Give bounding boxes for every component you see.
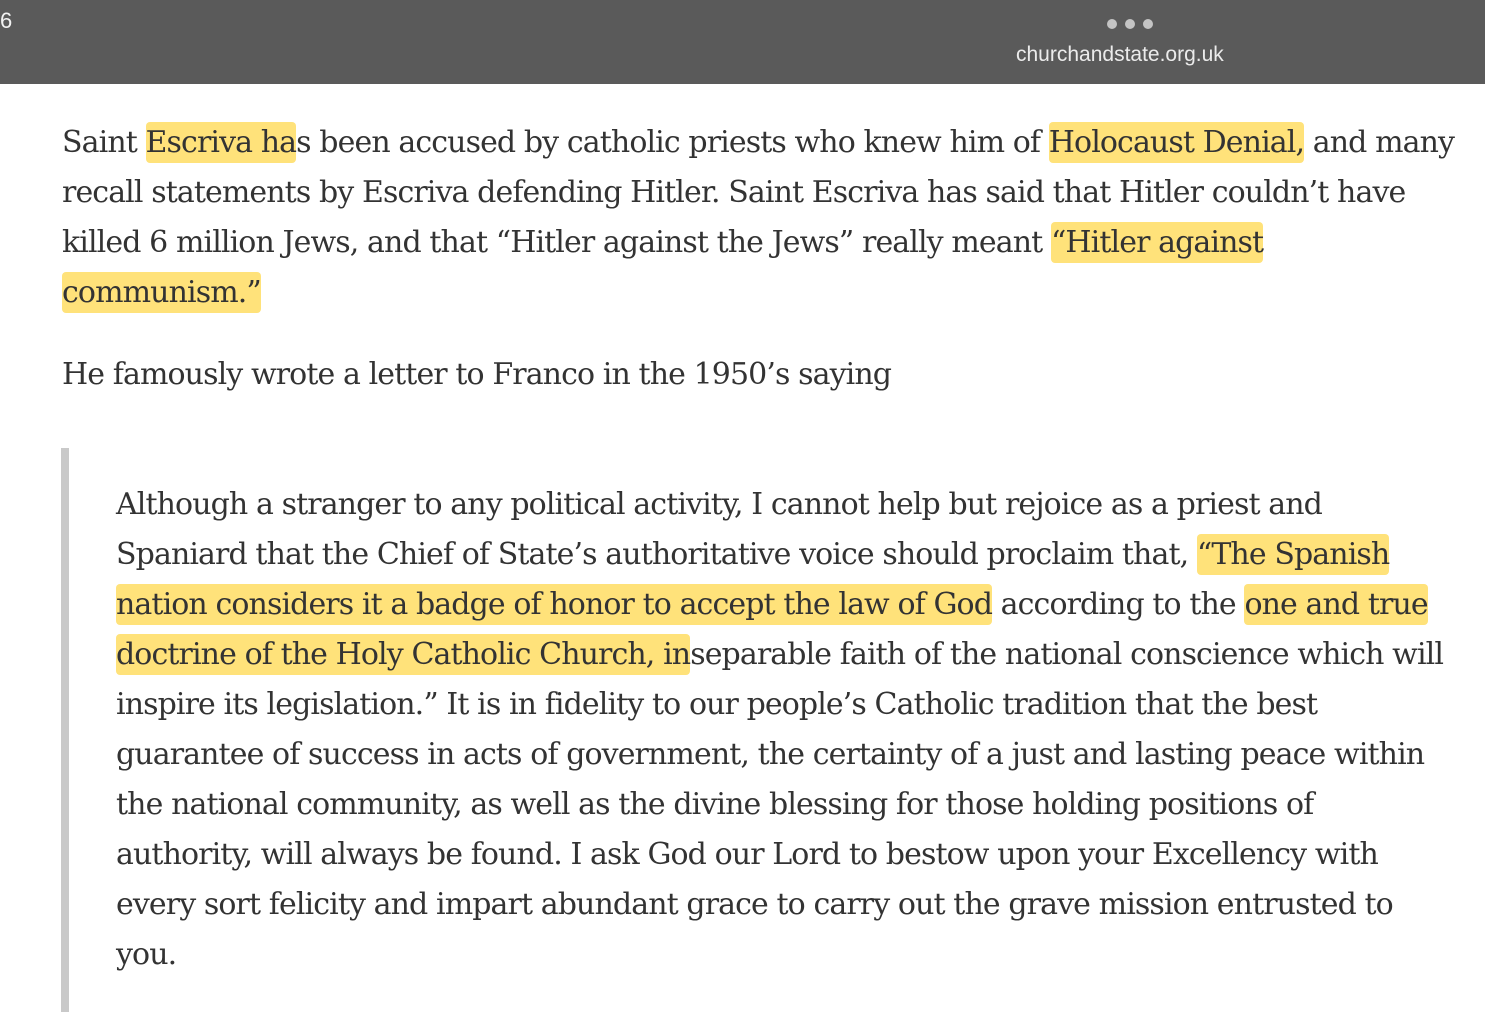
- text-run: separable faith of the national conscien…: [116, 637, 1444, 972]
- article-paragraph-2: He famously wrote a letter to Franco in …: [62, 357, 892, 392]
- blockquote-border: [61, 448, 69, 1012]
- highlighted-text: Holocaust Denial,: [1048, 122, 1305, 163]
- blockquote: Although a stranger to any political act…: [116, 480, 1456, 980]
- browser-top-bar: 6 churchandstate.org.uk: [0, 0, 1485, 84]
- ellipsis-dot: [1125, 19, 1135, 29]
- text-run: Saint: [62, 125, 146, 160]
- article-paragraph-1: Saint Escriva has been accused by cathol…: [62, 118, 1457, 318]
- highlighted-text: Escriva ha: [145, 122, 297, 163]
- address-bar-url[interactable]: churchandstate.org.uk: [1016, 43, 1256, 67]
- ellipsis-dot: [1107, 19, 1117, 29]
- text-run: s been accused by catholic priests who k…: [296, 125, 1049, 160]
- text-run: according to the: [992, 587, 1245, 622]
- tab-count[interactable]: 6: [0, 8, 12, 34]
- ellipsis-dot: [1143, 19, 1153, 29]
- ellipsis-icon[interactable]: [1107, 18, 1153, 30]
- text-run: Although a stranger to any political act…: [116, 487, 1323, 572]
